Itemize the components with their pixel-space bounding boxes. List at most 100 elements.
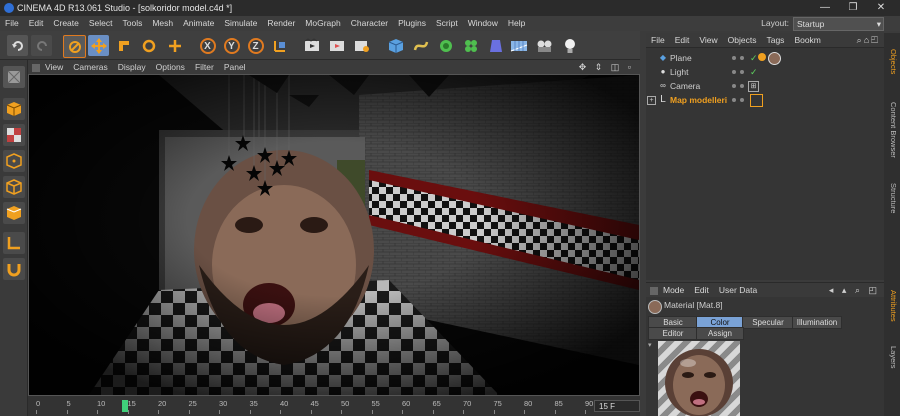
rotate-tool-icon[interactable] (138, 35, 159, 56)
object-row-map-modelleri[interactable]: + L Map modelleri (646, 93, 884, 107)
render-settings-icon[interactable] (351, 35, 372, 56)
attr-menu-edit[interactable]: Edit (689, 283, 714, 298)
environment-icon[interactable] (508, 35, 529, 56)
camera-object-icon[interactable] (534, 35, 555, 56)
viewport-menu-filter[interactable]: Filter (190, 60, 219, 74)
menu-animate[interactable]: Animate (178, 16, 219, 31)
enabled-check-icon[interactable]: ✓ (750, 65, 758, 79)
objmgr-menu-edit[interactable]: Edit (670, 33, 695, 48)
maximize-button[interactable]: ❐ (838, 0, 868, 16)
move-tool-icon[interactable] (88, 35, 109, 56)
object-row-camera[interactable]: ∞ Camera ⊞ (646, 79, 884, 93)
tab-specular[interactable]: Specular (742, 316, 794, 329)
redo-icon[interactable] (31, 35, 52, 56)
x-axis-icon[interactable]: X (197, 35, 218, 56)
objmgr-menu-file[interactable]: File (646, 33, 670, 48)
undo-icon[interactable] (7, 35, 28, 56)
render-picture-viewer-icon[interactable] (326, 35, 347, 56)
polygons-mode-icon[interactable] (3, 202, 25, 224)
menu-character[interactable]: Character (346, 16, 393, 31)
live-selection-icon[interactable] (63, 35, 86, 58)
nurbs-icon[interactable] (435, 35, 456, 56)
points-mode-icon[interactable] (3, 150, 25, 172)
model-mode-icon[interactable] (3, 98, 25, 120)
menu-simulate[interactable]: Simulate (219, 16, 262, 31)
visibility-dot[interactable] (732, 56, 736, 60)
tab-objects[interactable]: Objects (886, 37, 898, 87)
array-icon[interactable] (460, 35, 481, 56)
tab-layers[interactable]: Layers (886, 337, 898, 377)
object-row-plane[interactable]: ◆ Plane ✓ (646, 51, 884, 65)
render-dot[interactable] (740, 56, 744, 60)
z-axis-icon[interactable]: Z (245, 35, 266, 56)
tab-assign[interactable]: Assign (696, 327, 744, 340)
menu-tools[interactable]: Tools (118, 16, 148, 31)
axis-mode-icon[interactable] (3, 232, 25, 254)
objmgr-menu-view[interactable]: View (694, 33, 722, 48)
material-tag-icon[interactable] (768, 52, 781, 65)
viewport-menu-cameras[interactable]: Cameras (68, 60, 112, 74)
camera-tag-icon[interactable]: ⊞ (748, 81, 759, 92)
viewport-nav-icons[interactable]: ✥ ⇕ ◫ ▫ (579, 60, 634, 74)
visibility-dot[interactable] (732, 98, 736, 102)
scale-tool-icon[interactable] (113, 35, 134, 56)
make-editable-icon[interactable] (3, 66, 25, 88)
cube-object-icon[interactable] (385, 35, 406, 56)
3d-viewport[interactable] (28, 74, 640, 396)
enabled-check-icon[interactable]: ✓ (750, 51, 758, 65)
menu-script[interactable]: Script (431, 16, 463, 31)
render-dot[interactable] (740, 70, 744, 74)
visibility-dot[interactable] (732, 70, 736, 74)
objmgr-menu-objects[interactable]: Objects (723, 33, 762, 48)
attr-nav-icons[interactable]: ◂ ▴ ⌕ ◰ (829, 283, 880, 298)
add-tool-icon[interactable] (164, 35, 185, 56)
menu-mesh[interactable]: Mesh (147, 16, 178, 31)
timeline-ruler[interactable]: 0 5 10 15 20 25 30 35 40 45 50 55 60 65 70 75 80 85 90 15 … (28, 396, 640, 416)
expand-toggle-icon[interactable]: + (647, 96, 656, 105)
snap-magnet-icon[interactable] (3, 258, 25, 280)
tab-illumination[interactable]: Illumination (792, 316, 842, 329)
timeline-playhead[interactable] (121, 400, 128, 412)
menu-help[interactable]: Help (503, 16, 530, 31)
object-row-light[interactable]: ● Light ✓ (646, 65, 884, 79)
render-dot[interactable] (740, 98, 744, 102)
tab-editor[interactable]: Editor (648, 327, 698, 340)
coordinate-system-icon[interactable] (269, 35, 290, 56)
current-frame-field[interactable]: 15 F (594, 400, 640, 412)
light-object-icon[interactable] (559, 35, 580, 56)
menu-select[interactable]: Select (84, 16, 118, 31)
close-button[interactable]: ✕ (866, 0, 896, 16)
viewport-menu-panel[interactable]: Panel (219, 60, 251, 74)
viewport-menu-display[interactable]: Display (113, 60, 151, 74)
menu-render[interactable]: Render (262, 16, 300, 31)
minimize-button[interactable]: — (810, 0, 840, 16)
menu-edit[interactable]: Edit (24, 16, 49, 31)
objmgr-menu-bookmarks[interactable]: Bookm (789, 33, 825, 48)
objmgr-search-icon[interactable]: ⌕⌂◰ (857, 33, 880, 48)
menu-window[interactable]: Window (463, 16, 503, 31)
objmgr-menu-tags[interactable]: Tags (761, 33, 789, 48)
menu-create[interactable]: Create (48, 16, 84, 31)
tab-content-browser[interactable]: Content Browser (886, 95, 898, 165)
render-view-icon[interactable] (301, 35, 322, 56)
deformer-icon[interactable] (485, 35, 506, 56)
render-dot[interactable] (740, 84, 744, 88)
spline-icon[interactable] (410, 35, 431, 56)
y-axis-icon[interactable]: Y (221, 35, 242, 56)
selection-tag-icon[interactable] (750, 94, 763, 107)
texture-tag-icon[interactable] (758, 53, 766, 61)
attr-menu-mode[interactable]: Mode (658, 283, 689, 298)
menu-plugins[interactable]: Plugins (393, 16, 431, 31)
tab-structure[interactable]: Structure (886, 173, 898, 223)
section-collapse-icon[interactable]: ▾ (648, 341, 652, 349)
visibility-dot[interactable] (732, 84, 736, 88)
viewport-menu-view[interactable]: View (40, 60, 68, 74)
attr-menu-user-data[interactable]: User Data (714, 283, 762, 298)
menu-mograph[interactable]: MoGraph (300, 16, 345, 31)
menu-file[interactable]: File (0, 16, 24, 31)
layout-dropdown[interactable]: Startup (793, 16, 884, 31)
tab-attributes[interactable]: Attributes (886, 281, 898, 331)
texture-mode-icon[interactable] (3, 124, 25, 146)
viewport-menu-options[interactable]: Options (151, 60, 190, 74)
edges-mode-icon[interactable] (3, 176, 25, 198)
